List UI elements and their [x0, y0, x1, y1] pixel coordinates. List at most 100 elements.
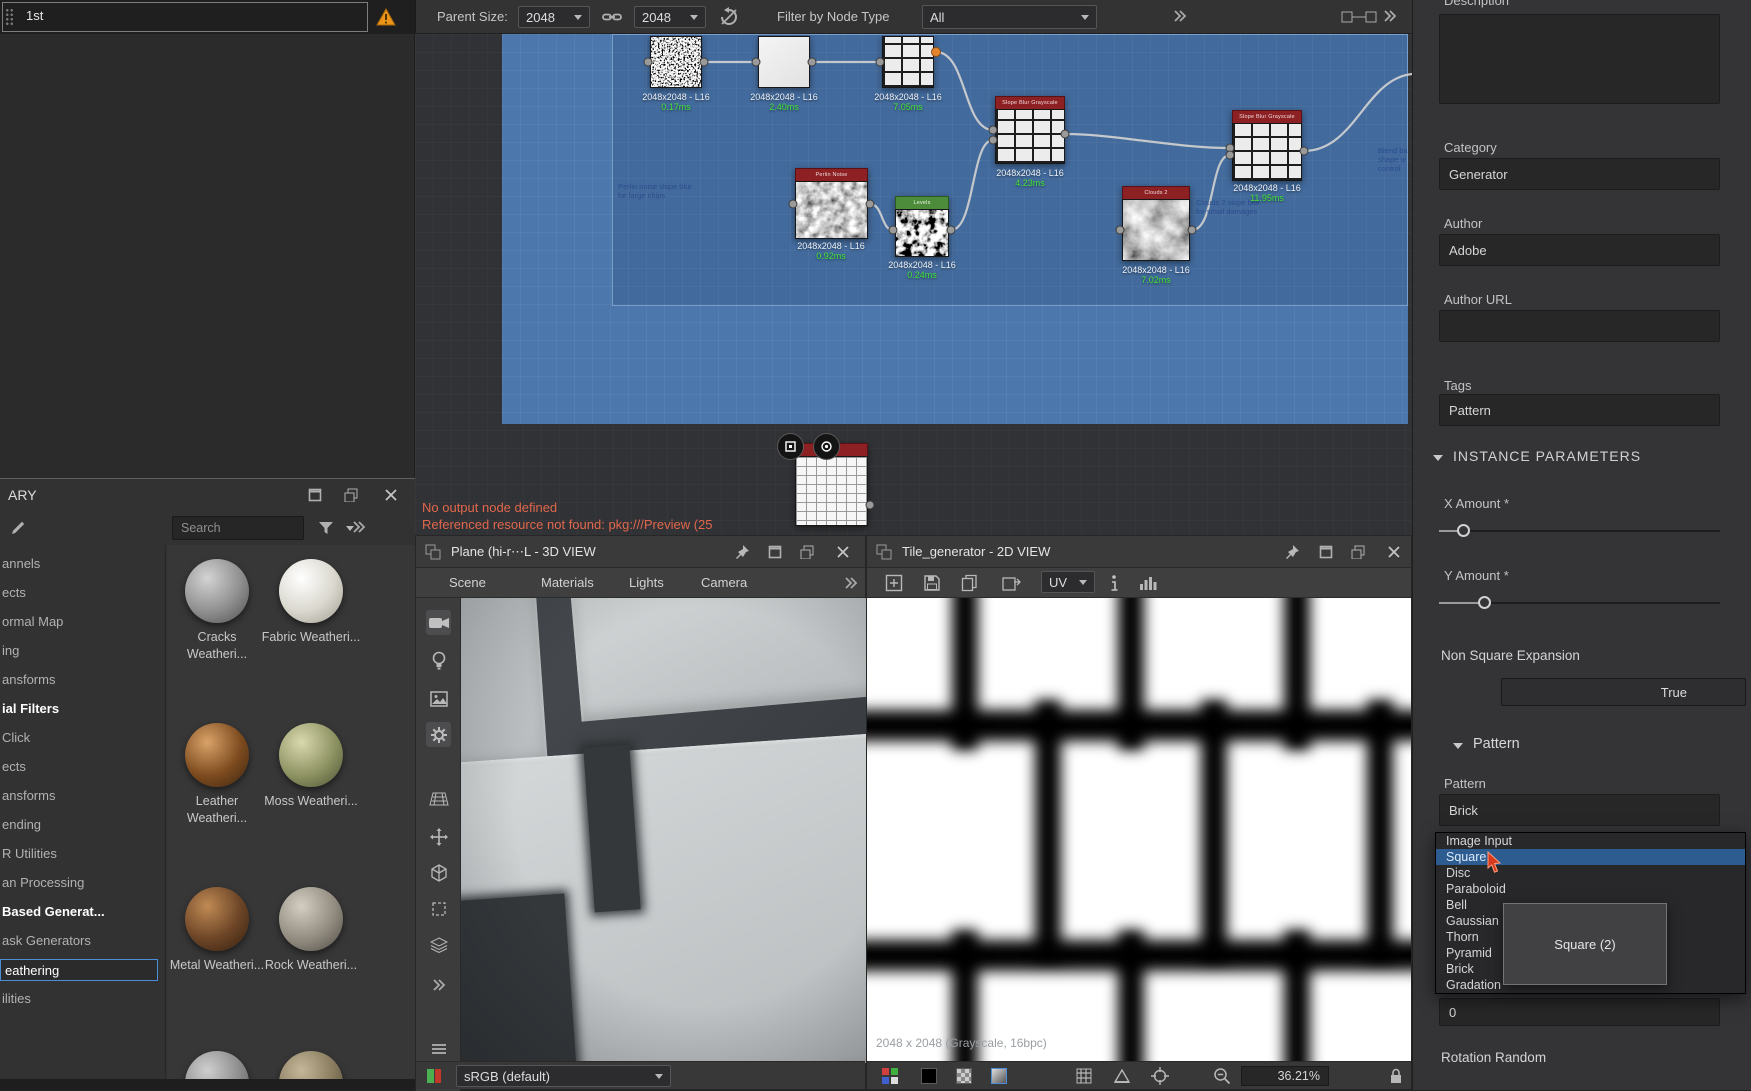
size-select[interactable]: 2048: [634, 6, 706, 28]
menu-scene[interactable]: Scene: [449, 575, 486, 590]
active-texture-swatch[interactable]: [991, 1068, 1007, 1084]
close-icon[interactable]: [1387, 545, 1401, 559]
pattern-option[interactable]: Image Input: [1436, 833, 1745, 849]
maximize-icon[interactable]: [768, 545, 782, 559]
menubar-overflow-icon[interactable]: [844, 577, 858, 589]
toolbar-overflow-2-icon[interactable]: [1383, 10, 1397, 22]
category-item[interactable]: an Processing: [2, 872, 84, 894]
graph-node[interactable]: [758, 36, 810, 88]
export-icon[interactable]: [1002, 574, 1022, 592]
pattern-option[interactable]: Disc: [1436, 865, 1745, 881]
library-item[interactable]: Leather Weatheri...: [167, 723, 267, 827]
category-item[interactable]: Click: [2, 727, 30, 749]
pattern-section-header[interactable]: Pattern: [1473, 736, 1520, 752]
node-graph-canvas[interactable]: 2048x2048 - L16 0.17ms 2048x2048 - L16 2…: [415, 34, 1412, 535]
zoom-level-field[interactable]: 36.21%: [1241, 1066, 1329, 1086]
category-item[interactable]: ormal Map: [2, 611, 63, 633]
y-amount-slider[interactable]: [1439, 596, 1720, 610]
environment-image-icon[interactable]: [426, 686, 451, 711]
save-icon[interactable]: [923, 574, 941, 592]
section-collapse-icon[interactable]: [1433, 455, 1443, 461]
info-icon[interactable]: [1109, 574, 1119, 592]
library-item[interactable]: Moss Weatheri...: [261, 723, 361, 810]
colorspace-select[interactable]: sRGB (default): [456, 1065, 671, 1087]
view-menu-icon[interactable]: [426, 1036, 451, 1061]
author-url-field[interactable]: [1439, 310, 1720, 342]
zoom-out-icon[interactable]: [1213, 1067, 1231, 1085]
float-icon[interactable]: [344, 488, 358, 502]
drag-grip-icon[interactable]: [5, 8, 14, 26]
close-icon[interactable]: [384, 488, 398, 502]
library-item-partial[interactable]: [261, 1051, 361, 1079]
maximize-icon[interactable]: [308, 488, 322, 502]
camera-display-icon[interactable]: [426, 610, 451, 635]
center-view-icon[interactable]: [1151, 1067, 1169, 1085]
pattern-option[interactable]: Paraboloid: [1436, 881, 1745, 897]
node-link-display-icon[interactable]: [1341, 8, 1377, 26]
author-field[interactable]: Adobe: [1439, 234, 1720, 266]
category-field[interactable]: Generator: [1439, 158, 1720, 190]
filter-funnel-icon[interactable]: [318, 520, 334, 536]
section-collapse-icon[interactable]: [1453, 743, 1463, 749]
float-icon[interactable]: [1351, 545, 1365, 559]
reset-size-icon[interactable]: [719, 7, 739, 27]
category-item[interactable]: annels: [2, 553, 40, 575]
graph-node-slope-blur-2[interactable]: Slope Blur Grayscale: [1232, 110, 1302, 181]
description-field[interactable]: [1439, 14, 1720, 104]
pattern-combo[interactable]: Brick: [1439, 794, 1720, 826]
move-tool-icon[interactable]: [426, 824, 451, 849]
tags-field[interactable]: Pattern: [1439, 394, 1720, 426]
filter-node-type-select[interactable]: All: [922, 5, 1097, 29]
graph-node-clouds[interactable]: Clouds 2: [1122, 186, 1190, 261]
category-item[interactable]: ending: [2, 814, 41, 836]
x-amount-slider[interactable]: [1439, 524, 1720, 538]
maximize-icon[interactable]: [1319, 545, 1333, 559]
menu-lights[interactable]: Lights: [629, 575, 664, 590]
background-black-swatch[interactable]: [921, 1068, 937, 1084]
parent-size-select[interactable]: 2048: [518, 6, 590, 28]
graph-node-slope-blur[interactable]: Slope Blur Grayscale: [995, 96, 1065, 164]
library-item[interactable]: Rock Weatheri...: [261, 887, 361, 974]
light-icon[interactable]: [426, 648, 451, 673]
menu-materials[interactable]: Materials: [541, 575, 594, 590]
output-badge-icon[interactable]: [777, 433, 804, 460]
menu-camera[interactable]: Camera: [701, 575, 747, 590]
instance-parameters-header[interactable]: INSTANCE PARAMETERS: [1453, 448, 1641, 464]
graph-node[interactable]: [650, 36, 702, 88]
link-sizes-icon[interactable]: [602, 8, 622, 26]
float-icon[interactable]: [800, 545, 814, 559]
category-item-based-generators[interactable]: Based Generat...: [2, 901, 105, 923]
new-view-icon[interactable]: [885, 574, 903, 592]
view-2d-header[interactable]: Tile_generator - 2D VIEW: [867, 536, 1411, 568]
graph-node-perlin-noise[interactable]: Perlin Noise: [795, 168, 868, 239]
graph-node-levels[interactable]: Levels: [895, 196, 949, 257]
category-item[interactable]: ask Generators: [2, 930, 91, 952]
view-3d-viewport[interactable]: [461, 598, 867, 1063]
category-item[interactable]: ing: [2, 640, 19, 662]
library-item[interactable]: Fabric Weatheri...: [261, 559, 361, 646]
empty-graph-panel[interactable]: [0, 34, 415, 478]
bounding-box-icon[interactable]: [426, 896, 451, 921]
pin-icon[interactable]: [1284, 544, 1300, 560]
library-item-partial[interactable]: [167, 1051, 267, 1079]
view-2d-viewport[interactable]: 2048 x 2048 (Grayscale, 16bpc): [867, 598, 1411, 1063]
category-item[interactable]: R Utilities: [2, 843, 57, 865]
category-item[interactable]: ects: [2, 756, 26, 778]
toolbar-overflow-icon[interactable]: [426, 972, 451, 997]
toolbar-overflow-icon[interactable]: [1173, 10, 1187, 22]
close-icon[interactable]: [836, 545, 850, 559]
histogram-icon[interactable]: [1139, 576, 1157, 590]
view-3d-header[interactable]: Plane (hi-r⋯L - 3D VIEW: [416, 536, 865, 568]
category-item-material-filters[interactable]: ial Filters: [2, 698, 59, 720]
tiling-icon[interactable]: [1113, 1068, 1131, 1084]
copy-icon[interactable]: [961, 574, 979, 592]
library-overflow-icon[interactable]: [352, 521, 366, 533]
category-item[interactable]: ansforms: [2, 669, 55, 691]
uv-mode-select[interactable]: UV: [1041, 571, 1095, 593]
grid-toggle-icon[interactable]: [1076, 1068, 1092, 1084]
category-item-weathering-selected[interactable]: eathering: [0, 959, 158, 981]
category-item[interactable]: ects: [2, 582, 26, 604]
graph-node[interactable]: [882, 36, 934, 88]
edit-pencil-icon[interactable]: [10, 518, 28, 536]
category-item[interactable]: ansforms: [2, 785, 55, 807]
